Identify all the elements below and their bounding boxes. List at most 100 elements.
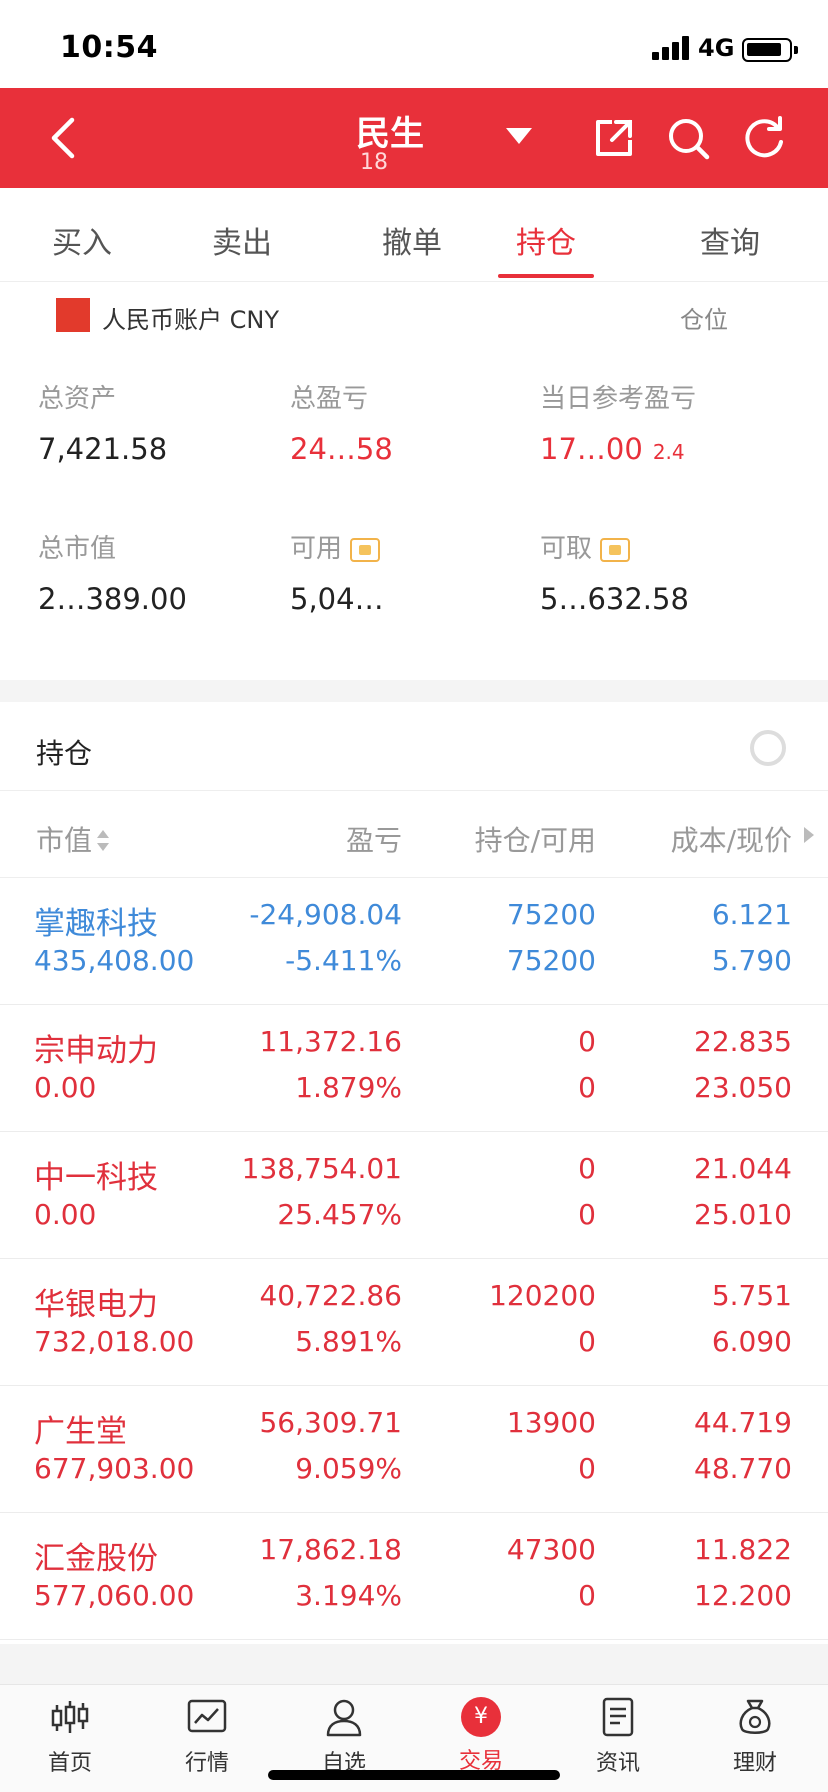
table-row[interactable]: 汇金股份 577,060.00 17,862.18 3.194% 47300 0… xyxy=(0,1513,828,1640)
holdings-list: 掌趣科技 435,408.00 -24,908.04 -5.411% 75200… xyxy=(0,878,828,1640)
status-time: 10:54 xyxy=(60,30,158,65)
current-price: 6.090 xyxy=(711,1325,792,1358)
holdings-title: 持仓 xyxy=(36,737,93,770)
cost-price: 21.044 xyxy=(694,1152,792,1185)
profit-loss-ratio: 25.457% xyxy=(277,1198,402,1231)
nav-trade[interactable]: ¥ 交易 xyxy=(431,1695,531,1775)
yuan-coin-icon: ¥ xyxy=(461,1697,501,1737)
active-tab-indicator xyxy=(498,274,594,278)
table-row[interactable]: 广生堂 677,903.00 56,309.71 9.059% 13900 0 … xyxy=(0,1386,828,1513)
stock-name: 华银电力 xyxy=(34,1287,158,1323)
stock-name: 宗申动力 xyxy=(34,1033,158,1069)
stat-withdrawable: 可取 5…632.58 xyxy=(540,528,780,616)
position-qty: 0 xyxy=(578,1025,596,1058)
table-row[interactable]: 华银电力 732,018.00 40,722.86 5.891% 120200 … xyxy=(0,1259,828,1386)
asset-summary: 总资产 7,421.58 总盈亏 24…58 当日参考盈亏 17…00 2.4 总… xyxy=(0,348,828,680)
flag-icon xyxy=(56,298,90,332)
profit-loss-ratio: -5.411% xyxy=(285,944,402,977)
signal-icon xyxy=(652,36,692,60)
section-divider xyxy=(0,1644,828,1684)
cost-price: 22.835 xyxy=(694,1025,792,1058)
stat-market-value: 总市值 2…389.00 xyxy=(38,528,278,616)
coin-icon[interactable] xyxy=(600,537,631,562)
home-indicator[interactable] xyxy=(268,1770,560,1780)
market-value: 0.00 xyxy=(34,1198,97,1231)
profit-loss: 138,754.01 xyxy=(241,1152,402,1185)
withdrawable-label: 可取 xyxy=(540,534,593,564)
col-market-value-label: 市值 xyxy=(36,824,93,857)
holdings-table-header: 市值 盈亏 持仓/可用 成本/现价 xyxy=(0,790,828,878)
available-qty: 0 xyxy=(578,1579,596,1612)
back-arrow-icon[interactable] xyxy=(44,114,84,162)
profit-loss: 11,372.16 xyxy=(259,1025,402,1058)
document-icon xyxy=(602,1697,634,1737)
sort-icon[interactable] xyxy=(96,830,110,854)
nav-news[interactable]: 资讯 xyxy=(568,1695,668,1777)
col-pl[interactable]: 盈亏 xyxy=(346,819,402,859)
available-qty: 0 xyxy=(578,1071,596,1104)
col-position[interactable]: 持仓/可用 xyxy=(475,819,596,859)
profit-loss: 56,309.71 xyxy=(259,1406,402,1439)
broker-title[interactable]: 民生 xyxy=(300,106,480,155)
pie-chart-icon[interactable] xyxy=(730,726,790,770)
col-market-value[interactable]: 市值 xyxy=(36,819,110,859)
network-type: 4G xyxy=(698,34,735,62)
current-price: 25.010 xyxy=(694,1198,792,1231)
col-cost-price[interactable]: 成本/现价 xyxy=(671,819,792,859)
position-qty: 13900 xyxy=(506,1406,596,1439)
tab-query[interactable]: 查询 xyxy=(700,218,760,262)
nav-watchlist[interactable]: 自选 xyxy=(294,1695,394,1777)
chevron-right-icon[interactable] xyxy=(804,827,814,843)
stat-available: 可用 5,04… xyxy=(290,528,530,616)
table-row[interactable]: 宗申动力 0.00 11,372.16 1.879% 0 0 22.835 23… xyxy=(0,1005,828,1132)
nav-label: 行情 xyxy=(184,1751,229,1776)
position-qty: 75200 xyxy=(506,898,596,931)
profit-loss-ratio: 9.059% xyxy=(295,1452,402,1485)
position-ratio: 仓位 xyxy=(680,306,728,334)
cost-price: 11.822 xyxy=(694,1533,792,1566)
section-divider xyxy=(0,680,828,702)
position-qty: 47300 xyxy=(506,1533,596,1566)
tab-sell[interactable]: 卖出 xyxy=(212,218,272,262)
current-price: 12.200 xyxy=(694,1579,792,1612)
stat-label: 当日参考盈亏 xyxy=(540,384,697,414)
account-switch-caret-icon[interactable] xyxy=(506,128,532,144)
account-name: 人民币账户 CNY xyxy=(102,306,279,334)
market-value: 577,060.00 xyxy=(34,1579,195,1612)
tab-buy[interactable]: 买入 xyxy=(52,218,112,262)
coin-icon[interactable] xyxy=(350,537,381,562)
nav-label: 理财 xyxy=(732,1751,777,1776)
search-icon[interactable] xyxy=(664,114,712,162)
market-value: 0.00 xyxy=(34,1071,97,1104)
tab-positions[interactable]: 持仓 xyxy=(516,218,576,262)
stock-name: 汇金股份 xyxy=(34,1541,158,1577)
stat-value: 7,421.58 xyxy=(38,432,168,466)
stat-label: 总盈亏 xyxy=(290,384,369,414)
nav-wealth[interactable]: 理财 xyxy=(705,1695,805,1777)
market-value: 732,018.00 xyxy=(34,1325,195,1358)
current-price: 23.050 xyxy=(694,1071,792,1104)
nav-label: 资讯 xyxy=(595,1751,640,1776)
profit-loss-ratio: 1.879% xyxy=(295,1071,402,1104)
nav-market[interactable]: 行情 xyxy=(157,1695,257,1777)
position-qty: 0 xyxy=(578,1152,596,1185)
battery-icon xyxy=(742,38,798,62)
tab-cancel[interactable]: 撤单 xyxy=(382,218,442,262)
available-qty: 0 xyxy=(578,1325,596,1358)
account-selector[interactable]: 人民币账户 CNY 仓位 xyxy=(0,282,828,348)
refresh-icon[interactable] xyxy=(740,114,788,162)
stat-value: 2…389.00 xyxy=(38,582,187,616)
stock-name: 中一科技 xyxy=(34,1160,158,1196)
share-icon[interactable] xyxy=(590,114,638,162)
stat-label: 可取 xyxy=(540,528,780,568)
stat-value: 5,04… xyxy=(290,582,384,616)
market-value: 435,408.00 xyxy=(34,944,195,977)
profit-loss-ratio: 5.891% xyxy=(295,1325,402,1358)
table-row[interactable]: 中一科技 0.00 138,754.01 25.457% 0 0 21.044 … xyxy=(0,1132,828,1259)
stat-value: 5…632.58 xyxy=(540,582,689,616)
profit-loss-ratio: 3.194% xyxy=(295,1579,402,1612)
table-row[interactable]: 掌趣科技 435,408.00 -24,908.04 -5.411% 75200… xyxy=(0,878,828,1005)
candlestick-icon xyxy=(51,1701,89,1733)
nav-home[interactable]: 首页 xyxy=(20,1695,120,1777)
account-number: 18 xyxy=(360,150,388,175)
